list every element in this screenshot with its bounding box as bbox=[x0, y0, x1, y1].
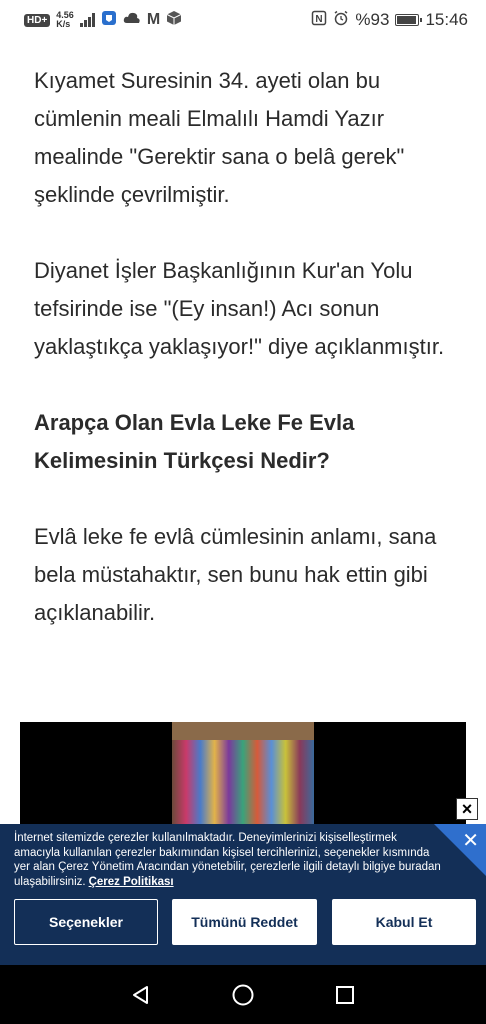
status-bar: HD+ 4.56 K/s M N %93 15:46 bbox=[0, 0, 486, 40]
cookie-message: İnternet sitemizde çerezler kullanılmakt… bbox=[14, 831, 444, 889]
battery-level bbox=[397, 16, 417, 24]
back-icon[interactable] bbox=[126, 980, 156, 1010]
status-left: HD+ 4.56 K/s M bbox=[24, 10, 182, 30]
reject-all-button[interactable]: Tümünü Reddet bbox=[172, 899, 317, 945]
nfc-icon: N bbox=[311, 10, 327, 30]
article-paragraph-3: Evlâ leke fe evlâ cümlesinin anlamı, san… bbox=[34, 524, 437, 625]
video-thumbnail[interactable] bbox=[172, 722, 314, 826]
network-speed: 4.56 K/s bbox=[56, 11, 74, 29]
recents-icon[interactable] bbox=[330, 980, 360, 1010]
alarm-icon bbox=[333, 10, 349, 30]
article-paragraph-2: Diyanet İşler Başkanlığının Kur'an Yolu … bbox=[34, 258, 445, 359]
video-player[interactable] bbox=[20, 722, 466, 826]
box-icon bbox=[166, 10, 182, 30]
options-button[interactable]: Seçenekler bbox=[14, 899, 158, 945]
battery-icon bbox=[395, 14, 423, 26]
accept-button[interactable]: Kabul Et bbox=[332, 899, 476, 945]
article-heading: Arapça Olan Evla Leke Fe Evla Kelimesini… bbox=[34, 410, 355, 473]
svg-text:N: N bbox=[316, 14, 323, 25]
navigation-bar bbox=[0, 965, 486, 1024]
close-icon[interactable]: ✕ bbox=[462, 828, 479, 853]
home-icon[interactable] bbox=[228, 980, 258, 1010]
cloud-icon bbox=[123, 11, 141, 29]
signal-icon bbox=[79, 13, 95, 27]
cookie-message-text: İnternet sitemizde çerezler kullanılmakt… bbox=[14, 832, 441, 888]
gmail-icon: M bbox=[146, 11, 161, 28]
article-body: Kıyamet Suresinin 34. ayeti olan bu cüml… bbox=[34, 62, 454, 670]
article-paragraph-1: Kıyamet Suresinin 34. ayeti olan bu cüml… bbox=[34, 68, 405, 207]
status-right: N %93 15:46 bbox=[311, 10, 468, 30]
clock: 15:46 bbox=[425, 10, 468, 29]
cookie-banner: ✕ İnternet sitemizde çerezler kullanılma… bbox=[0, 824, 486, 965]
video-close-button[interactable]: × bbox=[456, 798, 478, 820]
hd-badge: HD+ bbox=[24, 13, 51, 27]
shield-icon bbox=[101, 10, 117, 30]
network-speed-unit: K/s bbox=[56, 19, 71, 29]
cookie-policy-link[interactable]: Çerez Politikası bbox=[89, 876, 174, 888]
battery-percent: %93 bbox=[355, 10, 390, 29]
